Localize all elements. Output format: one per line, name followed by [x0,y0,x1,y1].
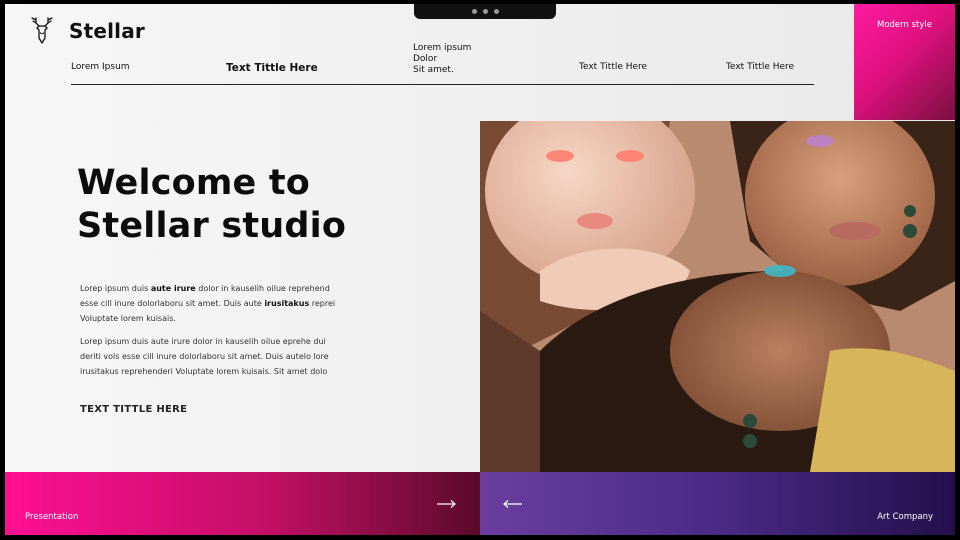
bold-span: irusitakus [264,299,310,308]
dot-icon [482,9,488,14]
nav-item-text-title-1[interactable]: Text Tittle Here [226,63,318,74]
arrow-right-icon[interactable] [437,499,457,509]
hero-photo [480,121,955,472]
window-frame: Stellar Lorem Ipsum Text Tittle Here Lor… [0,0,960,540]
window-notch [414,4,556,19]
hero-paragraph-2: Lorep ipsum duis aute irure dolor in kau… [80,337,329,376]
footer-bar-left: Presentation [5,472,480,535]
hero-title-line2: Stellar studio [77,206,347,246]
brand-name: Stellar [69,19,145,43]
arrow-left-icon[interactable] [502,499,522,509]
cta-link[interactable]: TEXT TITTLE HERE [80,404,187,415]
text-span: Lorep ipsum duis [80,284,151,293]
nav-item-lorem-ipsum[interactable]: Lorem Ipsum [71,62,130,73]
bold-span: aute irure [150,284,196,293]
hero-title: Welcome to Stellar studio [77,162,457,248]
art-company-label: Art Company [877,512,933,522]
brand-logo[interactable]: Stellar [29,16,145,46]
nav-divider [71,84,814,85]
badge-label: Modern style [877,20,932,30]
hero-title-line1: Welcome to [77,163,311,203]
portrait-image [480,121,955,472]
dot-icon [493,9,499,14]
nav-item-lorem-dolor[interactable]: Lorem ipsum Dolor Sit amet. [413,43,471,76]
deer-head-icon [31,17,53,44]
nav-item-text-title-2[interactable]: Text Tittle Here [579,62,647,73]
presentation-label: Presentation [25,512,79,522]
nav-item-text-title-3[interactable]: Text Tittle Here [726,62,794,73]
footer-bar-right: Art Company [480,472,955,535]
dot-icon [471,9,477,14]
hero-paragraph-1: Lorep ipsum duis aute irure dolor in kau… [80,281,340,326]
modern-style-badge: Modern style [854,4,955,120]
slide: Stellar Lorem Ipsum Text Tittle Here Lor… [5,4,955,535]
